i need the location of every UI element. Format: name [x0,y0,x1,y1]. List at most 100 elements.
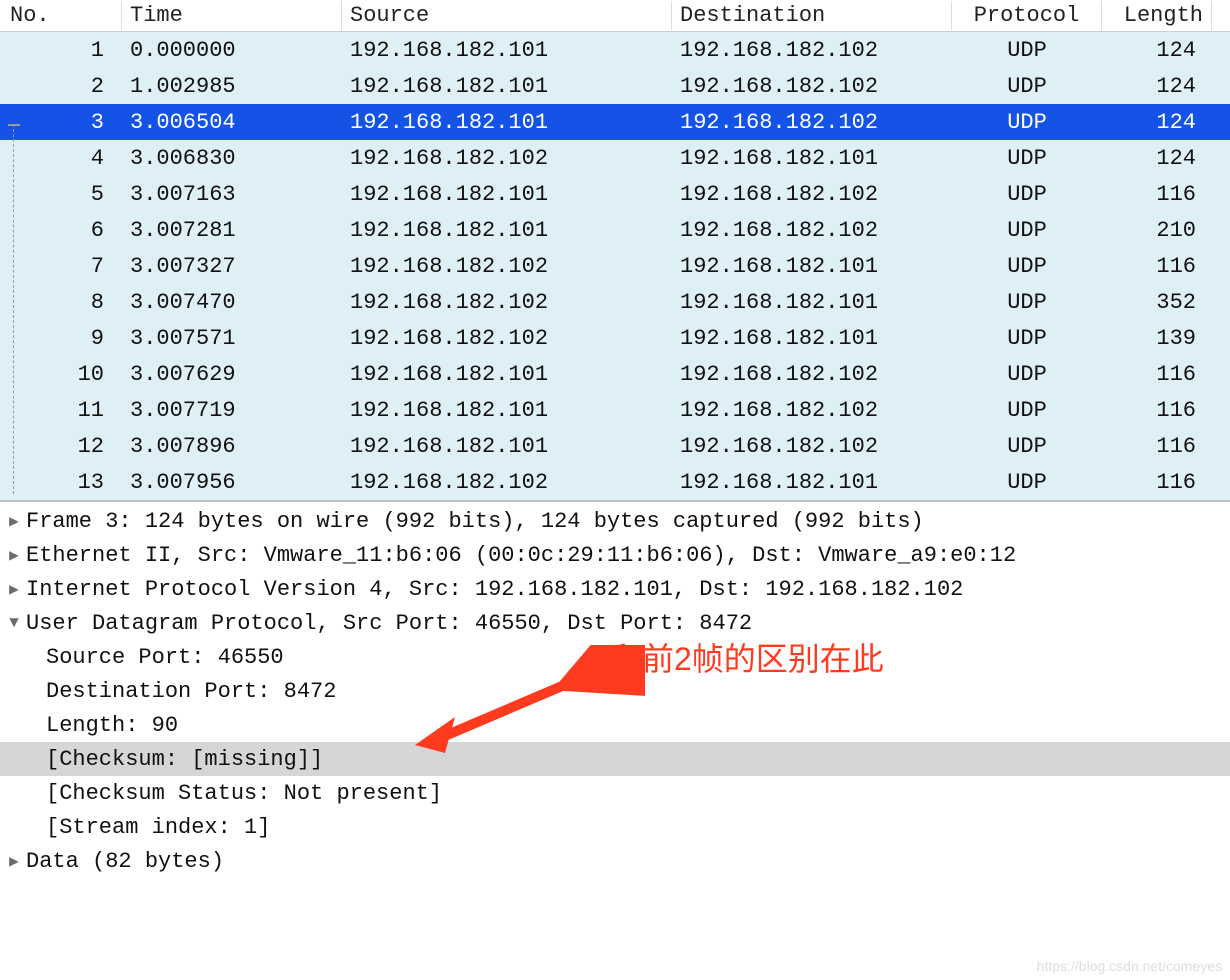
detail-text: [Checksum: [missing]] [46,747,323,772]
cell-protocol: UDP [952,216,1102,245]
cell-length: 124 [1102,36,1212,65]
cell-source: 192.168.182.102 [342,288,672,317]
expand-icon[interactable] [2,851,26,871]
packet-row[interactable]: 21.002985192.168.182.101192.168.182.102U… [0,68,1230,104]
detail-udp-stream-index[interactable]: [Stream index: 1] [0,810,1230,844]
cell-destination: 192.168.182.101 [672,468,952,497]
cell-time: 3.007896 [122,432,342,461]
cell-no: 2 [0,72,122,101]
cell-time: 3.007719 [122,396,342,425]
cell-length: 116 [1102,396,1212,425]
cell-time: 3.006504 [122,108,342,137]
cell-destination: 192.168.182.102 [672,108,952,137]
detail-udp-checksum[interactable]: [Checksum: [missing]] [0,742,1230,776]
cell-length: 116 [1102,432,1212,461]
detail-text: Destination Port: 8472 [46,679,336,704]
cell-source: 192.168.182.101 [342,360,672,389]
cell-protocol: UDP [952,36,1102,65]
packet-row[interactable]: 103.007629192.168.182.101192.168.182.102… [0,356,1230,392]
packet-row[interactable]: 133.007956192.168.182.102192.168.182.101… [0,464,1230,500]
cell-no: 10 [0,360,122,389]
packet-row[interactable]: 33.006504192.168.182.101192.168.182.102U… [0,104,1230,140]
detail-udp-checksum-status[interactable]: [Checksum Status: Not present] [0,776,1230,810]
packet-list-header: No. Time Source Destination Protocol Len… [0,0,1230,32]
packet-row[interactable]: 63.007281192.168.182.101192.168.182.102U… [0,212,1230,248]
column-header-protocol[interactable]: Protocol [952,1,1102,30]
column-header-destination[interactable]: Destination [672,1,952,30]
cell-destination: 192.168.182.102 [672,180,952,209]
cell-source: 192.168.182.102 [342,252,672,281]
expand-icon[interactable] [2,579,26,599]
cell-source: 192.168.182.102 [342,468,672,497]
cell-length: 352 [1102,288,1212,317]
detail-text: User Datagram Protocol, Src Port: 46550,… [26,611,752,636]
packet-row[interactable]: 113.007719192.168.182.101192.168.182.102… [0,392,1230,428]
detail-frame[interactable]: Frame 3: 124 bytes on wire (992 bits), 1… [0,504,1230,538]
detail-text: Data (82 bytes) [26,849,224,874]
cell-no: 3 [0,108,122,137]
column-header-no[interactable]: No. [0,1,122,30]
annotation-text: 和前2帧的区别在此 [610,634,884,680]
expand-icon[interactable] [2,511,26,531]
cell-length: 139 [1102,324,1212,353]
cell-destination: 192.168.182.102 [672,36,952,65]
cell-destination: 192.168.182.102 [672,72,952,101]
cell-no: 12 [0,432,122,461]
cell-time: 3.007327 [122,252,342,281]
cell-time: 3.006830 [122,144,342,173]
cell-source: 192.168.182.101 [342,432,672,461]
cell-length: 116 [1102,468,1212,497]
column-header-length[interactable]: Length [1102,1,1212,30]
detail-text: Length: 90 [46,713,178,738]
cell-destination: 192.168.182.101 [672,324,952,353]
watermark: https://blog.csdn.net/comeyes [1037,958,1222,974]
cell-destination: 192.168.182.102 [672,396,952,425]
cell-time: 3.007571 [122,324,342,353]
cell-source: 192.168.182.101 [342,180,672,209]
cell-source: 192.168.182.102 [342,144,672,173]
cell-no: 11 [0,396,122,425]
cell-time: 3.007163 [122,180,342,209]
cell-no: 8 [0,288,122,317]
cell-length: 210 [1102,216,1212,245]
cell-source: 192.168.182.101 [342,36,672,65]
expand-icon[interactable] [2,545,26,565]
packet-row[interactable]: 73.007327192.168.182.102192.168.182.101U… [0,248,1230,284]
cell-source: 192.168.182.101 [342,216,672,245]
packet-row[interactable]: 93.007571192.168.182.102192.168.182.101U… [0,320,1230,356]
cell-no: 9 [0,324,122,353]
packet-row[interactable]: 43.006830192.168.182.102192.168.182.101U… [0,140,1230,176]
cell-protocol: UDP [952,288,1102,317]
cell-protocol: UDP [952,252,1102,281]
cell-length: 116 [1102,180,1212,209]
column-header-source[interactable]: Source [342,1,672,30]
cell-no: 7 [0,252,122,281]
detail-udp-length[interactable]: Length: 90 [0,708,1230,742]
packet-row[interactable]: 123.007896192.168.182.101192.168.182.102… [0,428,1230,464]
packet-row[interactable]: 53.007163192.168.182.101192.168.182.102U… [0,176,1230,212]
cell-source: 192.168.182.102 [342,324,672,353]
detail-text: Frame 3: 124 bytes on wire (992 bits), 1… [26,509,924,534]
detail-ip[interactable]: Internet Protocol Version 4, Src: 192.16… [0,572,1230,606]
cell-destination: 192.168.182.101 [672,288,952,317]
cell-protocol: UDP [952,324,1102,353]
cell-destination: 192.168.182.102 [672,216,952,245]
cell-protocol: UDP [952,360,1102,389]
cell-no: 6 [0,216,122,245]
detail-text: Ethernet II, Src: Vmware_11:b6:06 (00:0c… [26,543,1016,568]
cell-length: 124 [1102,72,1212,101]
cell-destination: 192.168.182.102 [672,432,952,461]
cell-no: 1 [0,36,122,65]
collapse-icon[interactable] [2,614,26,632]
column-header-time[interactable]: Time [122,1,342,30]
cell-protocol: UDP [952,72,1102,101]
cell-source: 192.168.182.101 [342,72,672,101]
detail-data[interactable]: Data (82 bytes) [0,844,1230,878]
detail-ethernet[interactable]: Ethernet II, Src: Vmware_11:b6:06 (00:0c… [0,538,1230,572]
cell-protocol: UDP [952,468,1102,497]
packet-row[interactable]: 83.007470192.168.182.102192.168.182.101U… [0,284,1230,320]
cell-length: 116 [1102,360,1212,389]
cell-protocol: UDP [952,396,1102,425]
packet-row[interactable]: 10.000000192.168.182.101192.168.182.102U… [0,32,1230,68]
packet-rows: 10.000000192.168.182.101192.168.182.102U… [0,32,1230,500]
